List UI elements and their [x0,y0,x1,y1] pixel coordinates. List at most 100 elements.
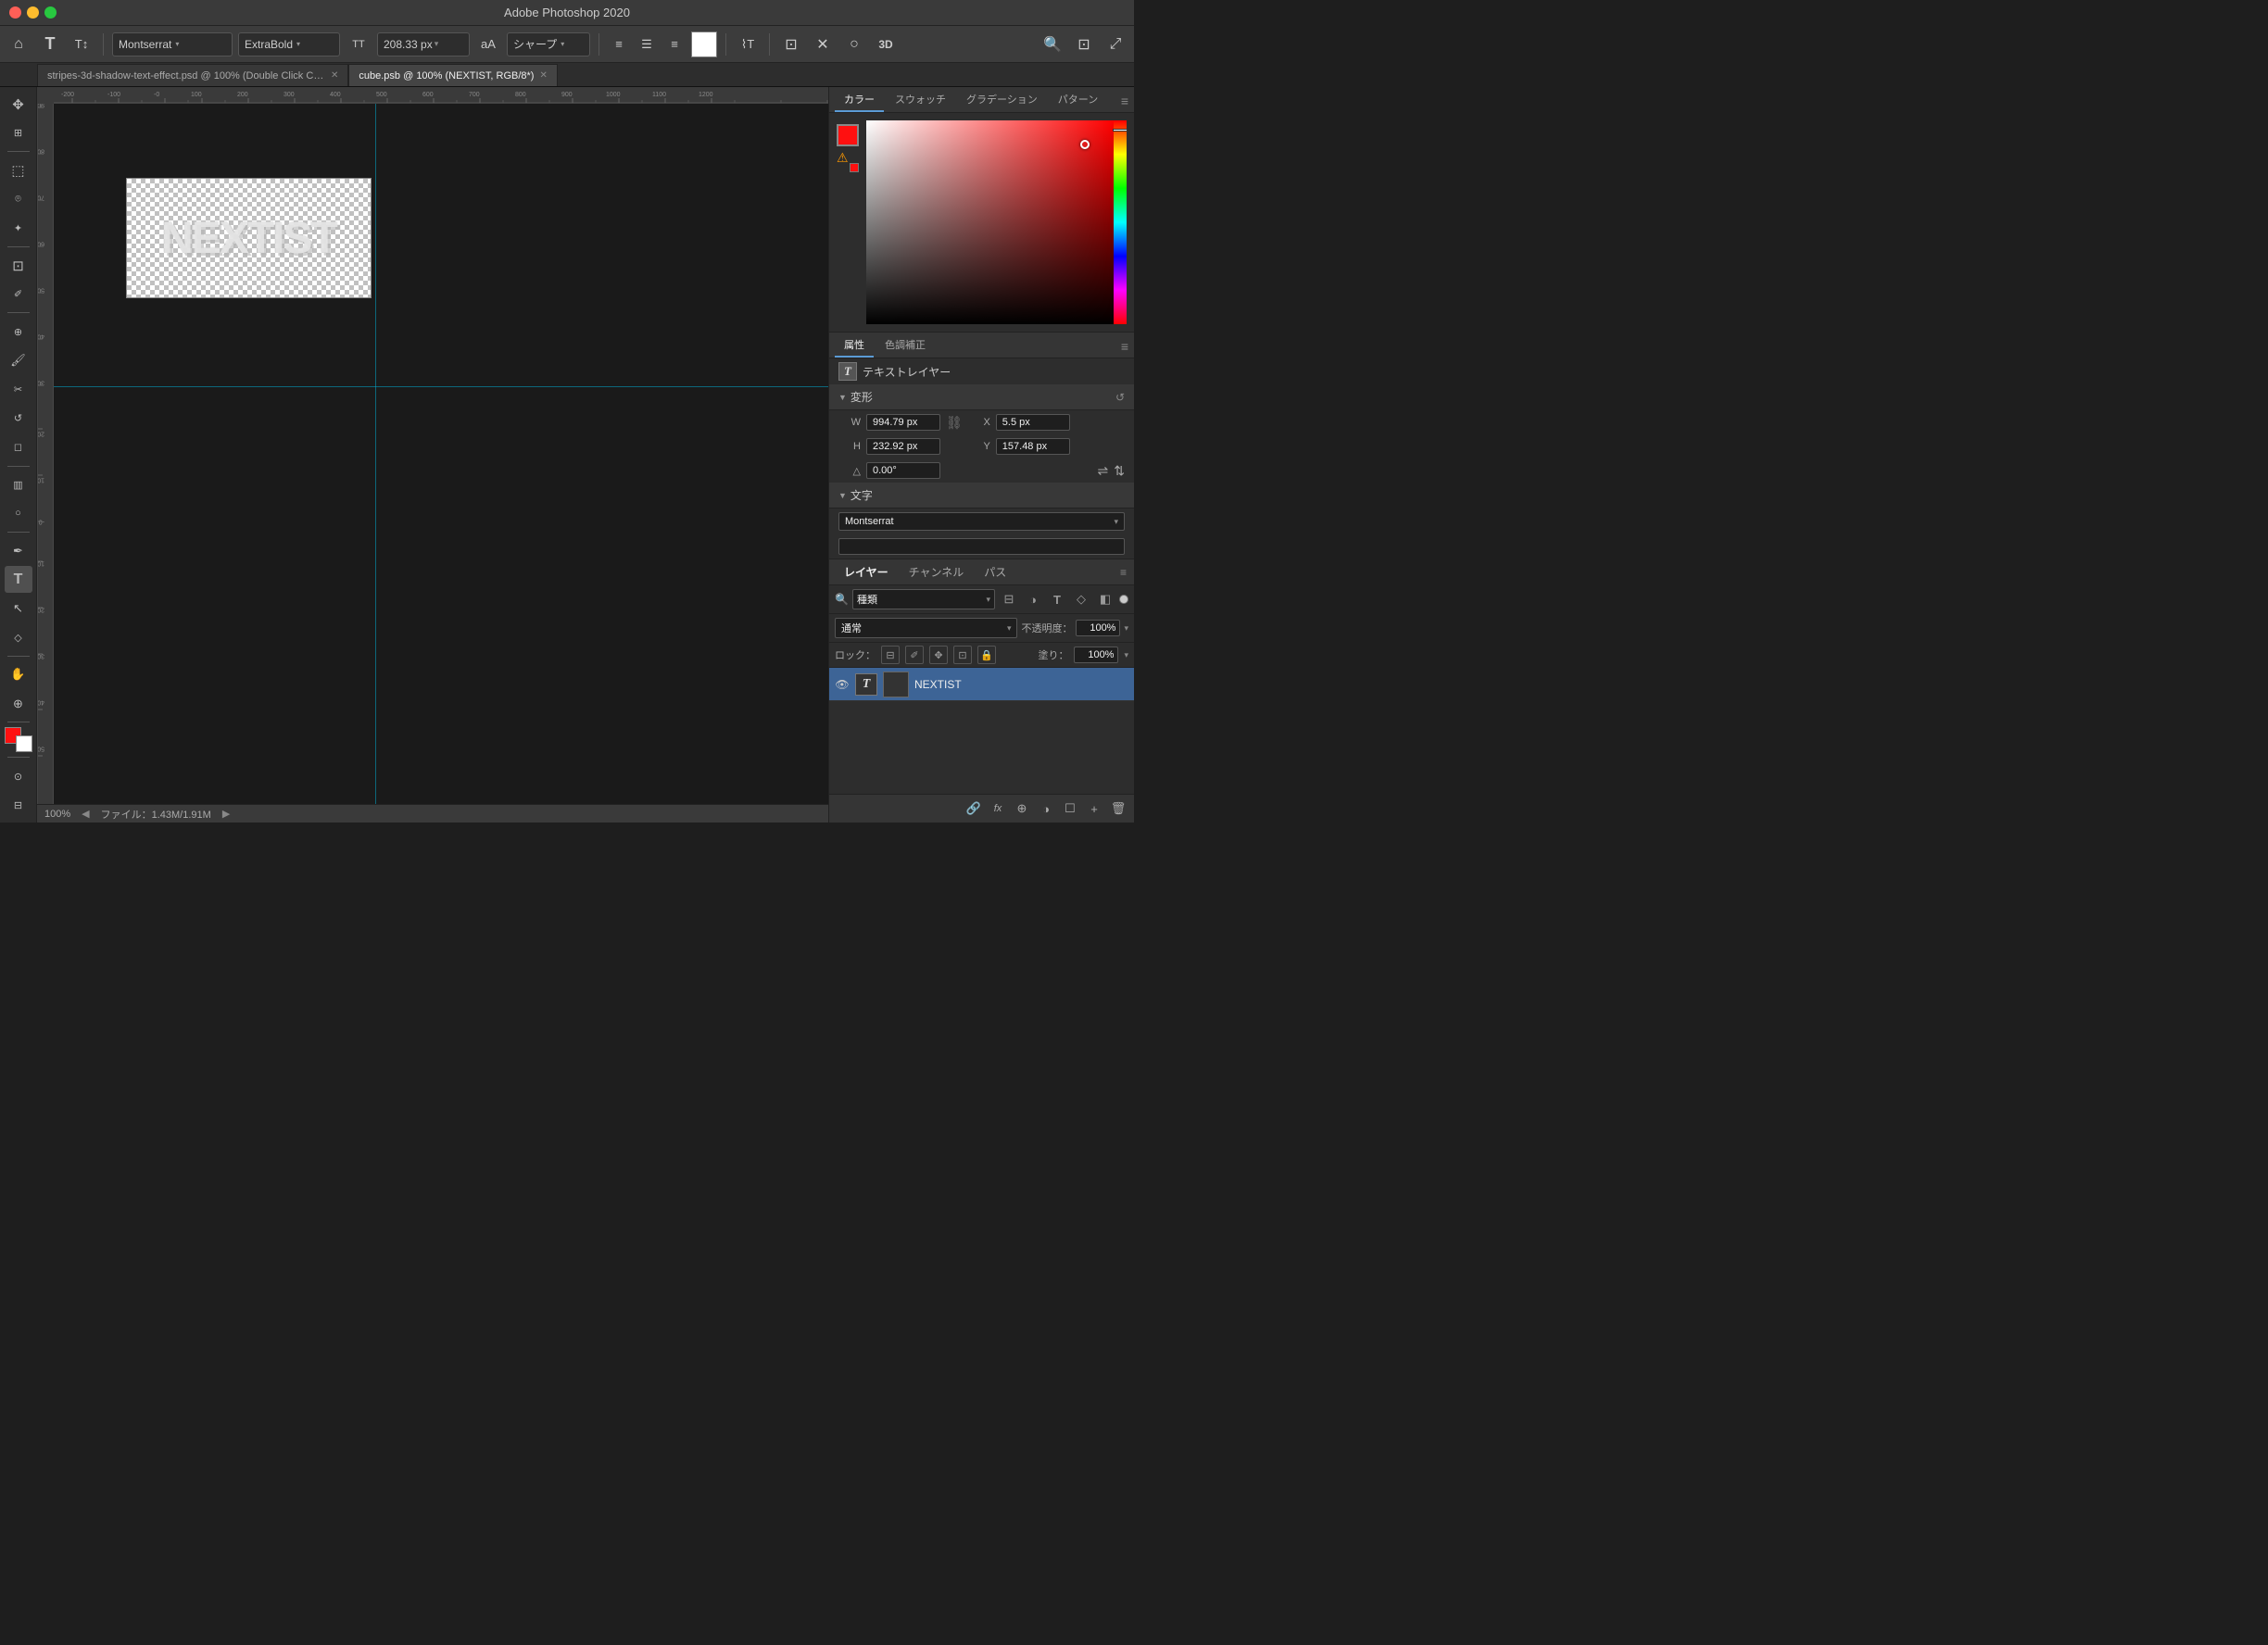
circle-icon[interactable]: ○ [841,31,867,57]
font-size-input[interactable]: 208.33 px ▾ [377,32,470,57]
color-panel-menu[interactable]: ≡ [1121,94,1128,112]
align-left-button[interactable]: ≡ [608,33,630,56]
tab-color[interactable]: カラー [835,88,884,112]
marquee-tool[interactable]: ⬚ [5,157,32,183]
text-color-swatch[interactable] [691,31,717,57]
home-icon[interactable]: ⌂ [6,31,32,57]
tab-stripes[interactable]: stripes-3d-shadow-text-effect.psd @ 100%… [37,64,348,86]
align-center-button[interactable]: ☰ [636,33,658,56]
quick-mask-icon[interactable]: ⊙ [5,762,32,789]
antialias-dropdown[interactable]: シャープ ▾ [507,32,590,57]
font-style-input[interactable] [838,538,1125,555]
expand-icon[interactable]: ⤢ [1102,31,1128,57]
filter-smart-icon[interactable]: ◧ [1095,589,1115,609]
search-icon[interactable]: 🔍 [1040,31,1065,57]
filter-type-dropdown[interactable]: 種類 ▾ [852,589,995,609]
lock-artboard-icon[interactable]: ⊡ [953,646,972,664]
align-right-button[interactable]: ≡ [663,33,686,56]
link-layers-icon[interactable]: 🔗 [964,798,984,819]
h-value[interactable]: 232.92 px [866,438,940,455]
opacity-value[interactable]: 100% [1076,620,1120,636]
status-forward-arrow[interactable]: ▶ [222,808,230,820]
opacity-arrow[interactable]: ▾ [1124,623,1128,634]
flip-v-icon[interactable]: ⇅ [1114,463,1125,479]
w-value[interactable]: 994.79 px [866,414,940,431]
create-layer-icon[interactable]: + [1084,798,1104,819]
fill-value[interactable]: 100% [1074,647,1118,663]
paths-tab[interactable]: パス [976,561,1014,583]
filter-toggle-light[interactable] [1119,595,1128,604]
tab-cube[interactable]: cube.psb @ 100% (NEXTIST, RGB/8*) ✕ [348,64,557,86]
pen-tool[interactable]: ✒ [5,537,32,564]
lasso-tool[interactable]: ⌾ [5,186,32,213]
font-weight-dropdown[interactable]: ExtraBold ▾ [238,32,340,57]
char-font-dropdown[interactable]: Montserrat ▾ [838,512,1125,531]
fx-icon[interactable]: fx [988,798,1008,819]
background-color[interactable] [16,735,32,752]
fill-arrow[interactable]: ▾ [1124,650,1128,660]
x-value[interactable]: 5.5 px [996,414,1070,431]
type-mode-icon[interactable]: T↕ [69,31,94,57]
gradient-tool[interactable]: ▥ [5,471,32,498]
link-icon[interactable]: ⛓ [946,415,963,431]
properties-panel-menu[interactable]: ≡ [1121,339,1128,358]
type-tool[interactable]: T [5,566,32,593]
transform-section-header[interactable]: ▼ 変形 ↺ [829,384,1134,410]
warp-text-icon[interactable]: ⌇T [735,31,761,57]
type-tool-icon[interactable]: T [37,31,63,57]
add-mask-icon[interactable]: ⊕ [1012,798,1032,819]
fg-bg-color-switcher[interactable] [5,727,32,752]
three-d-button[interactable]: 3D [873,31,899,57]
maximize-button[interactable] [44,6,57,19]
layers-tab[interactable]: レイヤー [837,561,896,583]
blend-mode-dropdown[interactable]: 通常 ▾ [835,618,1017,638]
create-group-icon[interactable]: ☐ [1060,798,1080,819]
angle-value[interactable]: 0.00° [866,462,940,479]
canvas-content[interactable]: NEXTIST [54,104,828,804]
screen-mode-icon[interactable]: ⊟ [5,792,32,819]
artboard-tool[interactable]: ⊞ [5,119,32,146]
canvas-area[interactable]: -200 -100 -0 100 200 300 400 500 600 700… [37,87,828,822]
lock-pixels-icon[interactable]: ⊟ [881,646,900,664]
healing-tool[interactable]: ⊕ [5,318,32,345]
tab-cube-close[interactable]: ✕ [539,70,547,81]
eyedropper-tool[interactable]: ✐ [5,281,32,308]
delete-layer-icon[interactable]: 🗑 [1108,798,1128,819]
flip-h-icon[interactable]: ⇌ [1098,463,1109,479]
zoom-tool[interactable]: ⊕ [5,690,32,717]
dodge-tool[interactable]: ○ [5,500,32,527]
hand-tool[interactable]: ✋ [5,661,32,688]
channels-tab[interactable]: チャンネル [901,561,972,583]
crop-tool[interactable]: ⊡ [5,252,32,279]
minimize-button[interactable] [27,6,39,19]
tab-attributes[interactable]: 属性 [835,333,874,358]
brush-tool[interactable]: 🖌 [5,347,32,374]
eraser-tool[interactable]: ◻ [5,433,32,460]
path-select-tool[interactable]: ↖ [5,595,32,622]
status-nav-arrow[interactable]: ◀ [82,808,89,820]
shape-tool[interactable]: ◇ [5,624,32,651]
lock-paint-icon[interactable]: ✐ [905,646,924,664]
layer-visibility-nextist[interactable]: 👁 [835,677,850,692]
fg-color-swatch[interactable] [837,124,859,146]
magic-wand-tool[interactable]: ✦ [5,215,32,242]
tab-swatches[interactable]: スウォッチ [886,88,955,112]
move-tool[interactable]: ✥ [5,91,32,118]
filter-type-icon[interactable]: T [1047,589,1067,609]
view-icon[interactable]: ⊡ [1071,31,1097,57]
tab-patterns[interactable]: パターン [1049,88,1107,112]
tab-gradients[interactable]: グラデーション [957,88,1047,112]
font-family-dropdown[interactable]: Montserrat ▾ [112,32,233,57]
canvas-text[interactable]: NEXTIST [127,179,371,297]
filter-pixel-icon[interactable]: ⊟ [999,589,1019,609]
gamut-color-preview[interactable] [850,163,859,172]
history-brush-tool[interactable]: ↺ [5,405,32,432]
lock-all-icon[interactable]: 🔒 [977,646,996,664]
close-button[interactable] [9,6,21,19]
layer-item-nextist[interactable]: 👁 T NEXTIST [829,668,1134,701]
options-icon[interactable]: ⊡ [778,31,804,57]
lock-position-icon[interactable]: ✥ [929,646,948,664]
y-value[interactable]: 157.48 px [996,438,1070,455]
close-icon[interactable]: ✕ [810,31,836,57]
add-adjustment-icon[interactable]: ◑ [1036,798,1056,819]
